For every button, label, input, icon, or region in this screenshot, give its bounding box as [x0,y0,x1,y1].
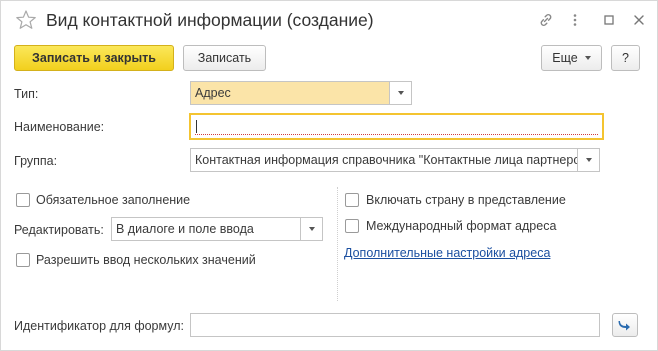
save-and-close-button[interactable]: Записать и закрыть [14,45,174,71]
required-fill-label: Обязательное заполнение [36,193,191,207]
intl-format-label: Международный формат адреса [366,219,557,233]
group-select-value: Контактная информация справочника "Конта… [195,153,577,167]
more-button[interactable]: Еще [541,45,602,71]
column-divider [337,187,338,301]
chevron-down-icon[interactable] [577,149,599,171]
group-label: Группа: [14,154,58,168]
window-title: Вид контактной информации (создание) [46,10,374,30]
maximize-icon[interactable] [598,9,620,31]
chevron-down-icon [584,56,591,60]
formula-id-input[interactable] [190,313,600,337]
save-button[interactable]: Записать [183,45,266,71]
go-button[interactable] [612,313,638,337]
more-vertical-icon[interactable] [564,9,586,31]
intl-format-checkbox[interactable] [345,219,359,233]
chevron-down-icon[interactable] [300,218,322,240]
allow-multiple-checkbox[interactable] [16,253,30,267]
edit-mode-label: Редактировать: [14,223,104,237]
name-label: Наименование: [14,120,105,134]
star-icon[interactable] [15,9,37,31]
text-cursor [196,120,197,133]
include-country-checkbox[interactable] [345,193,359,207]
type-select[interactable]: Адрес [190,81,412,105]
formula-id-label: Идентификатор для формул: [14,319,184,333]
help-button[interactable]: ? [611,45,640,71]
required-underline [195,134,598,135]
name-input[interactable] [189,113,604,140]
more-button-label: Еще [552,51,578,65]
dialog-window: Вид контактной информации (создание) Зап… [0,0,658,351]
chevron-down-icon[interactable] [389,82,411,104]
edit-mode-select-value: В диалоге и поле ввода [116,222,254,236]
close-icon[interactable] [628,9,650,31]
arrow-go-icon [617,317,633,334]
type-label: Тип: [14,87,39,101]
group-select[interactable]: Контактная информация справочника "Конта… [190,148,600,172]
allow-multiple-label: Разрешить ввод нескольких значений [36,253,256,267]
required-fill-checkbox[interactable] [16,193,30,207]
edit-mode-select[interactable]: В диалоге и поле ввода [111,217,323,241]
include-country-label: Включать страну в представление [366,193,566,207]
type-select-value: Адрес [195,86,231,100]
more-address-settings-link[interactable]: Дополнительные настройки адреса [344,246,550,260]
link-icon[interactable] [535,9,557,31]
